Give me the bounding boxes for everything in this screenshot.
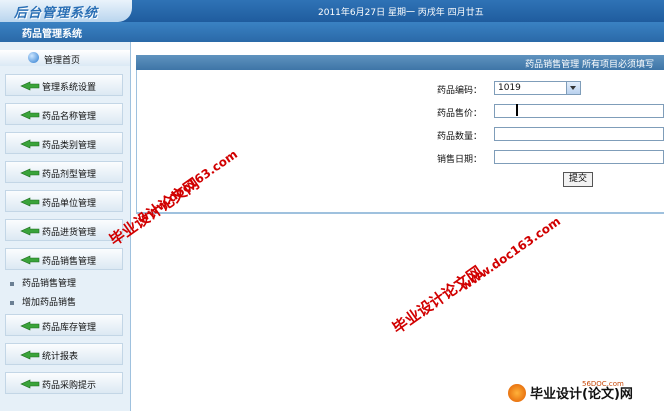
sales-form-panel — [136, 70, 664, 214]
top-bar: 后台管理系统 2011年6月27日 星期一 丙戌年 四月廿五 — [0, 0, 664, 22]
bullet-icon — [10, 300, 14, 305]
date-label: 销售日期： — [437, 155, 483, 165]
menu-label: 药品类别管理 — [42, 141, 97, 151]
menu-label: 药品剂型管理 — [42, 170, 97, 180]
text-cursor-icon — [516, 104, 518, 116]
drug-code-value: 1019 — [498, 83, 521, 93]
globe-icon — [28, 52, 39, 63]
arrow-icon — [20, 110, 40, 120]
menu-label: 药品库存管理 — [42, 323, 97, 333]
menu-drug-category[interactable]: 药品类别管理 — [5, 132, 123, 154]
menu-label: 统计报表 — [42, 352, 79, 362]
arrow-icon — [20, 81, 40, 91]
logo-tab: 后台管理系统 — [0, 0, 132, 22]
sidebar-home[interactable]: 管理首页 — [0, 50, 130, 66]
menu-label: 药品进货管理 — [42, 228, 97, 238]
system-title: 药品管理系统 — [22, 29, 82, 40]
menu-drug-dosage[interactable]: 药品剂型管理 — [5, 161, 123, 183]
arrow-icon — [20, 168, 40, 178]
drug-code-select[interactable]: 1019 — [494, 81, 581, 95]
arrow-icon — [20, 197, 40, 207]
brand-text: 毕业设计(论文)网 — [530, 387, 633, 402]
menu-drug-inventory[interactable]: 药品库存管理 — [5, 314, 123, 336]
sub-item-label: 增加药品销售 — [22, 298, 77, 308]
arrow-icon — [20, 379, 40, 389]
menu-drug-unit[interactable]: 药品单位管理 — [5, 190, 123, 212]
date-display: 2011年6月27日 星期一 丙戌年 四月廿五 — [318, 8, 484, 18]
arrow-icon — [20, 321, 40, 331]
arrow-icon — [20, 139, 40, 149]
menu-label: 药品采购提示 — [42, 381, 97, 391]
sub-item-add-sale[interactable]: 增加药品销售 — [10, 295, 76, 308]
menu-drug-purchase[interactable]: 药品进货管理 — [5, 219, 123, 241]
watermark-url: www.doc163.com — [458, 214, 564, 294]
code-label: 药品编码： — [437, 86, 483, 96]
content-header: 药品销售管理 所有项目必须填写 — [136, 55, 664, 70]
sale-date-input[interactable] — [494, 150, 664, 164]
menu-label: 药品单位管理 — [42, 199, 97, 209]
brand-logo-icon — [508, 384, 526, 402]
app-logo: 后台管理系统 — [14, 6, 99, 21]
arrow-icon — [20, 226, 40, 236]
content-header-title: 药品销售管理 所有项目必须填写 — [525, 60, 654, 70]
sub-item-label: 药品销售管理 — [22, 279, 77, 289]
menu-purchase-alert[interactable]: 药品采购提示 — [5, 372, 123, 394]
price-input[interactable] — [494, 104, 664, 118]
price-label: 药品售价： — [437, 109, 483, 119]
menu-drug-name[interactable]: 药品名称管理 — [5, 103, 123, 125]
chevron-down-icon — [566, 82, 580, 94]
menu-label: 管理系统设置 — [42, 83, 97, 93]
arrow-icon — [20, 255, 40, 265]
bullet-icon — [10, 281, 14, 286]
menu-statistics[interactable]: 统计报表 — [5, 343, 123, 365]
arrow-icon — [20, 350, 40, 360]
system-title-bar: 药品管理系统 — [0, 22, 664, 42]
menu-label: 药品销售管理 — [42, 257, 97, 267]
submit-button[interactable]: 提交 — [563, 172, 593, 187]
quantity-label: 药品数量： — [437, 132, 483, 142]
menu-label: 药品名称管理 — [42, 112, 97, 122]
menu-system-settings[interactable]: 管理系统设置 — [5, 74, 123, 96]
sub-item-sales-manage[interactable]: 药品销售管理 — [10, 276, 76, 289]
quantity-input[interactable] — [494, 127, 664, 141]
sidebar-home-label: 管理首页 — [44, 56, 81, 66]
menu-drug-sales[interactable]: 药品销售管理 — [5, 248, 123, 270]
